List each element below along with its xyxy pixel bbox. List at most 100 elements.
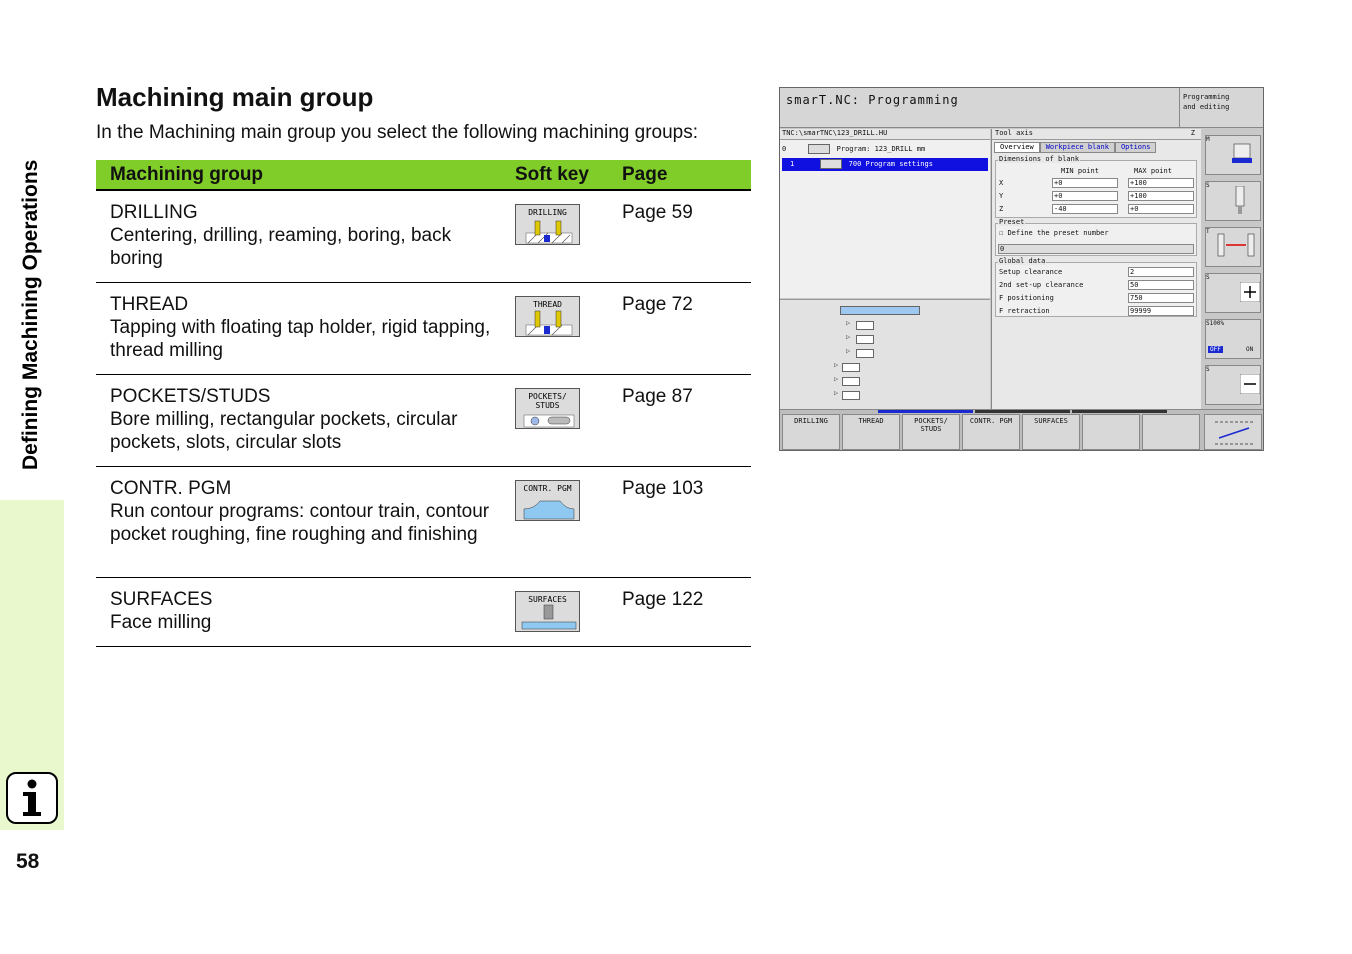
- group-name: CONTR. PGM: [110, 478, 232, 499]
- off-label: OFF: [1208, 346, 1223, 353]
- header-soft-key: Soft key: [501, 160, 608, 191]
- tree-item[interactable]: 0 Program: 123_DRILL mm: [782, 143, 925, 156]
- m-function-key[interactable]: M: [1205, 135, 1261, 175]
- structure-node[interactable]: [842, 363, 860, 372]
- page-title: Machining main group: [96, 82, 374, 112]
- plus-icon: [1240, 282, 1260, 302]
- group-description: Face milling: [110, 612, 212, 633]
- intro-text: In the Machining main group you select t…: [96, 122, 699, 143]
- checkbox-label: Define the preset number: [1007, 229, 1109, 237]
- smartnc-screen: smarT.NC: Programming Programming and ed…: [779, 87, 1264, 451]
- drilling-softkey[interactable]: DRILLING: [782, 414, 840, 450]
- tab-options[interactable]: Options: [1114, 142, 1157, 153]
- key-label: S: [1206, 274, 1210, 281]
- axis-label: X: [999, 179, 1004, 187]
- settings-icon: [820, 159, 843, 169]
- screen-title: smarT.NC: Programming: [780, 88, 1179, 128]
- setup-clearance-field[interactable]: 2: [1128, 267, 1194, 277]
- group-description: Bore milling, rectangular pockets, circu…: [110, 409, 458, 453]
- contour-icon: [523, 500, 575, 520]
- spindle-minus-key[interactable]: S: [1205, 365, 1261, 405]
- drilling-softkey[interactable]: DRILLING: [515, 204, 580, 245]
- thread-softkey[interactable]: THREAD: [842, 414, 900, 450]
- softkey-row-switch[interactable]: [1204, 414, 1262, 450]
- f-retraction-field[interactable]: 99999: [1128, 306, 1194, 316]
- contour-pgm-softkey[interactable]: CONTR. PGM: [515, 480, 580, 521]
- softkey-cell: DRILLING: [501, 190, 608, 283]
- spindle-plus-key[interactable]: S: [1205, 273, 1261, 313]
- key-label: T: [1206, 228, 1210, 235]
- y-min-field[interactable]: +0: [1052, 191, 1118, 201]
- table-row: CONTR. PGM Run contour programs: contour…: [96, 466, 751, 578]
- structure-node[interactable]: [842, 377, 860, 386]
- spindle-icon: [1235, 186, 1245, 214]
- spindle-key[interactable]: S: [1205, 181, 1261, 221]
- softkey-level-bar: [1072, 410, 1167, 413]
- tree-index: 0: [782, 145, 787, 153]
- f-positioning-field[interactable]: 750: [1128, 293, 1194, 303]
- group-name: DRILLING: [110, 202, 198, 223]
- page-cell: Page 103: [608, 466, 751, 578]
- tab-overview[interactable]: Overview: [994, 142, 1040, 153]
- preset-checkbox[interactable]: ☐ Define the preset number: [999, 229, 1109, 238]
- structure-node[interactable]: [840, 306, 920, 315]
- global-data-group: Global data Setup clearance 2 2nd set-up…: [995, 257, 1197, 317]
- thread-softkey[interactable]: THREAD: [515, 296, 580, 337]
- x-max-field[interactable]: +100: [1128, 178, 1194, 188]
- group-cell: POCKETS/STUDS Bore milling, rectangular …: [96, 374, 501, 467]
- pockets-studs-softkey[interactable]: POCKETS/ STUDS: [515, 388, 580, 429]
- softkey-level-bar: [878, 410, 973, 413]
- axis-label: Z: [999, 205, 1004, 213]
- tab-workpiece-blank[interactable]: Workpiece blank: [1039, 142, 1115, 153]
- x-min-field[interactable]: +0: [1052, 178, 1118, 188]
- empty-softkey[interactable]: [1082, 414, 1140, 450]
- group-description: Centering, drilling, reaming, boring, ba…: [110, 225, 452, 269]
- page-cell: Page 72: [608, 282, 751, 375]
- surfaces-softkey[interactable]: SURFACES: [515, 591, 580, 632]
- table-row: SURFACES Face milling SURFACES Page 122: [96, 577, 751, 647]
- key-label: S: [1206, 182, 1210, 189]
- page-number: 58: [16, 850, 40, 873]
- structure-node[interactable]: [856, 349, 874, 358]
- group-name: POCKETS/STUDS: [110, 386, 271, 407]
- group-cell: CONTR. PGM Run contour programs: contour…: [96, 466, 501, 578]
- table-header-row: Machining group Soft key Page: [96, 160, 751, 191]
- y-max-field[interactable]: +100: [1128, 191, 1194, 201]
- group-cell: DRILLING Centering, drilling, reaming, b…: [96, 190, 501, 283]
- header-page: Page: [608, 160, 751, 191]
- key-label: M: [1206, 136, 1210, 143]
- pockets-studs-softkey[interactable]: POCKETS/ STUDS: [902, 414, 960, 450]
- preset-number-field[interactable]: 0: [998, 244, 1194, 254]
- contour-pgm-softkey[interactable]: CONTR. PGM: [962, 414, 1020, 450]
- surfaces-softkey[interactable]: SURFACES: [1022, 414, 1080, 450]
- key-label: S100%: [1206, 320, 1225, 327]
- tool-change-icon: [1217, 233, 1255, 257]
- structure-node[interactable]: [856, 335, 874, 344]
- operating-mode: Programming and editing: [1179, 88, 1263, 128]
- softkey-cell: POCKETS/ STUDS: [501, 374, 608, 467]
- softkey-cell: CONTR. PGM: [501, 466, 608, 578]
- z-max-field[interactable]: +0: [1128, 204, 1194, 214]
- bottom-softkey-row: DRILLING THREAD POCKETS/ STUDS CONTR. PG…: [780, 409, 1263, 450]
- empty-softkey[interactable]: [1142, 414, 1200, 450]
- group-cell: THREAD Tapping with floating tap holder,…: [96, 282, 501, 375]
- group-description: Tapping with floating tap holder, rigid …: [110, 317, 491, 361]
- drill-icon: [525, 220, 573, 244]
- tree-item-selected[interactable]: 1 700 Program settings: [782, 158, 988, 171]
- preset-group: Preset ☐ Define the preset number 0: [995, 218, 1197, 256]
- table-row: THREAD Tapping with floating tap holder,…: [96, 282, 751, 375]
- machine-icon: [1232, 143, 1252, 163]
- group-name: SURFACES: [110, 589, 213, 610]
- spindle-override-key[interactable]: S100% OFF ON: [1205, 319, 1261, 359]
- program-icon: [808, 144, 831, 154]
- param-label: 2nd set-up clearance: [999, 281, 1084, 289]
- structure-node[interactable]: [842, 391, 860, 400]
- program-tree: 0 Program: 123_DRILL mm 1 700 Program se…: [780, 140, 990, 298]
- tool-key[interactable]: T: [1205, 227, 1261, 267]
- param-label: Setup clearance: [999, 268, 1063, 276]
- group-description: Run contour programs: contour train, con…: [110, 501, 490, 545]
- z-min-field[interactable]: -40: [1052, 204, 1118, 214]
- second-clearance-field[interactable]: 50: [1128, 280, 1194, 290]
- tool-axis-label: Tool axis: [995, 129, 1033, 137]
- structure-node[interactable]: [856, 321, 874, 330]
